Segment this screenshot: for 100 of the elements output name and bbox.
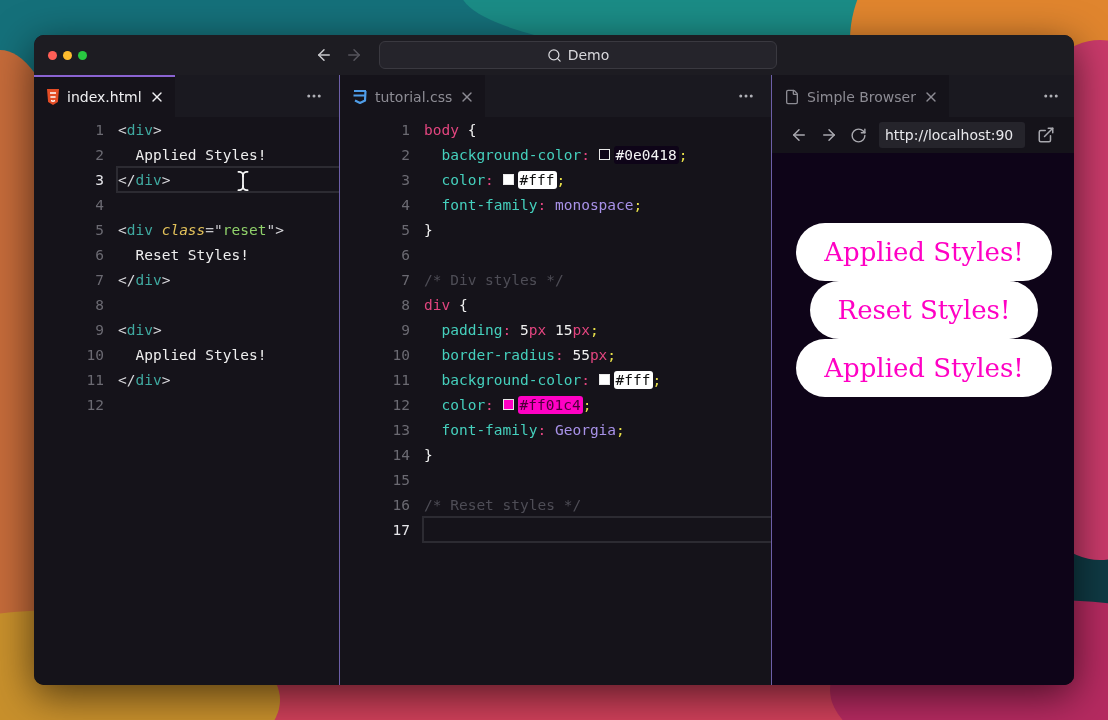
- line-number: 6: [400, 246, 411, 263]
- line-number: 11: [85, 371, 105, 388]
- code-token: }: [424, 446, 433, 463]
- line-number: 7: [94, 271, 105, 288]
- code-token: >: [152, 121, 162, 138]
- code-token: 55: [572, 346, 590, 363]
- html-file-icon: [46, 89, 60, 105]
- line-number: 10: [391, 346, 411, 363]
- code-token: body: [424, 121, 459, 138]
- styled-div: Applied Styles!: [796, 339, 1052, 397]
- line-number: 6: [94, 246, 105, 263]
- code-token: div: [135, 371, 162, 388]
- code-token: ;: [652, 371, 662, 388]
- color-swatch[interactable]: [502, 399, 514, 410]
- code-token: :: [581, 371, 591, 388]
- css-file-icon: [352, 90, 368, 104]
- code-token: :: [537, 196, 548, 213]
- back-icon[interactable]: [315, 46, 333, 64]
- code-token: }: [424, 221, 433, 238]
- code-token: /* Reset styles */: [424, 496, 582, 513]
- line-number: 3: [400, 171, 411, 188]
- back-icon[interactable]: [790, 126, 808, 144]
- code-token: color: [440, 171, 486, 188]
- line-number: 17: [391, 521, 411, 538]
- code-token: <: [118, 321, 127, 338]
- code-token: reset: [222, 221, 267, 238]
- line-number: 12: [85, 396, 105, 413]
- code-token: px: [528, 321, 547, 338]
- code-token: div: [135, 271, 162, 288]
- search-field[interactable]: Demo: [379, 41, 777, 69]
- code-token: ;: [616, 421, 625, 438]
- color-swatch[interactable]: [598, 149, 610, 160]
- editor-tab[interactable]: index.html: [34, 75, 175, 117]
- code-token: <: [118, 221, 127, 238]
- line-number: 12: [391, 396, 411, 413]
- line-number: 16: [391, 496, 411, 513]
- line-number: 13: [391, 421, 411, 438]
- code-token: Applied Styles!: [134, 346, 267, 363]
- code-token: :: [537, 421, 548, 438]
- code-token: #fff: [517, 170, 557, 189]
- editor-tab[interactable]: Simple Browser: [772, 75, 949, 117]
- url-field[interactable]: http://localhost:90: [879, 122, 1025, 148]
- code-token: div: [135, 171, 162, 188]
- code-token: </: [118, 171, 136, 188]
- code-token: </: [118, 371, 136, 388]
- code-token: div: [126, 121, 153, 138]
- code-token: Reset Styles!: [134, 246, 249, 263]
- code-token: ;: [589, 321, 599, 338]
- code-token: 5: [520, 321, 529, 338]
- code-token: div: [424, 296, 451, 313]
- code-token: background-color: [440, 146, 582, 163]
- code-token: {: [457, 296, 468, 313]
- line-number: 7: [400, 271, 411, 288]
- code-token: :: [485, 171, 495, 188]
- line-number: 14: [391, 446, 411, 463]
- line-number: 4: [94, 196, 105, 213]
- code-token: div: [126, 221, 153, 238]
- color-swatch[interactable]: [502, 174, 514, 185]
- line-number: 8: [94, 296, 105, 313]
- styled-div: Applied Styles!: [796, 223, 1052, 281]
- line-number: 5: [94, 221, 105, 238]
- code-token: Applied Styles!: [134, 146, 267, 163]
- code-token: border-radius: [440, 346, 555, 363]
- close-window-button[interactable]: [48, 50, 57, 60]
- code-token: monospace: [554, 196, 634, 213]
- code-token: >: [275, 221, 284, 238]
- code-token: >: [161, 371, 171, 388]
- code-token: Georgia: [554, 421, 617, 438]
- color-swatch[interactable]: [598, 374, 610, 385]
- code-token: #0e0418: [613, 145, 679, 164]
- line-number: 15: [391, 471, 411, 488]
- code-token: >: [161, 271, 171, 288]
- line-number: 9: [94, 321, 105, 338]
- line-number: 4: [400, 196, 411, 213]
- code-token: :: [581, 146, 591, 163]
- code-token: ;: [607, 346, 617, 363]
- forward-icon[interactable]: [820, 126, 838, 144]
- code-token: class: [160, 221, 206, 238]
- code-token: 15: [553, 321, 573, 338]
- zoom-window-button[interactable]: [78, 50, 87, 60]
- editor-tab[interactable]: tutorial.css: [340, 75, 486, 117]
- line-number: 5: [400, 221, 411, 238]
- line-number: 10: [85, 346, 105, 363]
- code-token: =": [205, 221, 223, 238]
- code-token: </: [118, 271, 136, 288]
- line-number: 11: [391, 371, 411, 388]
- open-external-icon[interactable]: [1037, 126, 1055, 144]
- minimize-window-button[interactable]: [63, 50, 72, 60]
- code-token: color: [440, 396, 486, 413]
- code-token: ": [266, 221, 276, 238]
- code-token: #fff: [613, 370, 653, 389]
- code-token: background-color: [440, 371, 582, 388]
- line-number: 9: [400, 321, 411, 338]
- line-number: 2: [400, 146, 411, 163]
- code-token: :: [502, 321, 513, 338]
- code-token: :: [554, 346, 565, 363]
- code-token: ;: [582, 396, 592, 413]
- line-number: 8: [400, 296, 411, 313]
- reload-icon[interactable]: [850, 126, 867, 144]
- code-token: >: [152, 321, 162, 338]
